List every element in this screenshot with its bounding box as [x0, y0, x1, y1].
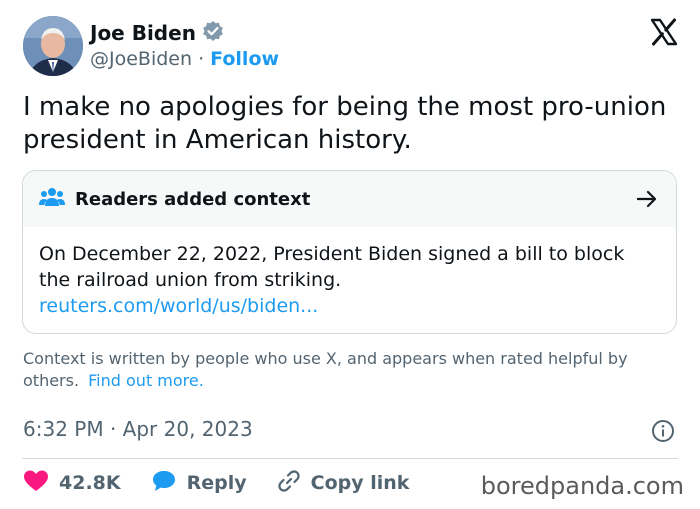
context-note-text: On December 22, 2022, President Biden si… — [39, 243, 625, 291]
context-note-header[interactable]: Readers added context — [23, 171, 676, 227]
author-name-row: Joe Biden — [90, 20, 224, 46]
avatar-photo — [23, 16, 83, 76]
like-button[interactable]: 42.8K — [23, 469, 121, 498]
handle-row: @JoeBiden · Follow — [90, 48, 279, 70]
find-out-more-link[interactable]: Find out more. — [88, 371, 204, 390]
arrow-right-icon[interactable] — [636, 190, 658, 212]
x-logo-icon[interactable] — [650, 18, 678, 46]
copy-link-button[interactable]: Copy link — [277, 469, 410, 498]
context-note-card[interactable]: Readers added context On December 22, 20… — [22, 170, 677, 334]
follow-button[interactable]: Follow — [210, 48, 279, 70]
avatar[interactable] — [23, 16, 83, 76]
divider — [22, 458, 678, 459]
info-icon[interactable] — [651, 419, 675, 447]
link-icon — [277, 469, 301, 498]
context-disclaimer: Context is written by people who use X, … — [23, 348, 673, 392]
reply-button[interactable]: Reply — [151, 469, 247, 498]
like-count: 42.8K — [59, 472, 121, 494]
context-note-title: Readers added context — [75, 188, 311, 210]
handle-separator: · — [192, 48, 211, 70]
context-note-link[interactable]: reuters.com/world/us/biden... — [39, 293, 660, 319]
display-name[interactable]: Joe Biden — [90, 21, 196, 45]
watermark: boredpanda.com — [480, 472, 684, 500]
tweet-timestamp[interactable]: 6:32 PM · Apr 20, 2023 — [23, 417, 253, 441]
speech-bubble-icon — [151, 469, 177, 498]
verified-badge-icon — [202, 20, 224, 46]
heart-icon — [23, 469, 49, 498]
tweet-text: I make no apologies for being the most p… — [23, 92, 667, 155]
action-bar: 42.8K Reply Copy link — [23, 468, 409, 498]
author-handle[interactable]: @JoeBiden — [90, 48, 192, 70]
people-icon — [39, 186, 65, 212]
context-note-body: On December 22, 2022, President Biden si… — [23, 227, 676, 319]
copy-link-label: Copy link — [310, 472, 410, 494]
reply-label: Reply — [186, 472, 247, 494]
